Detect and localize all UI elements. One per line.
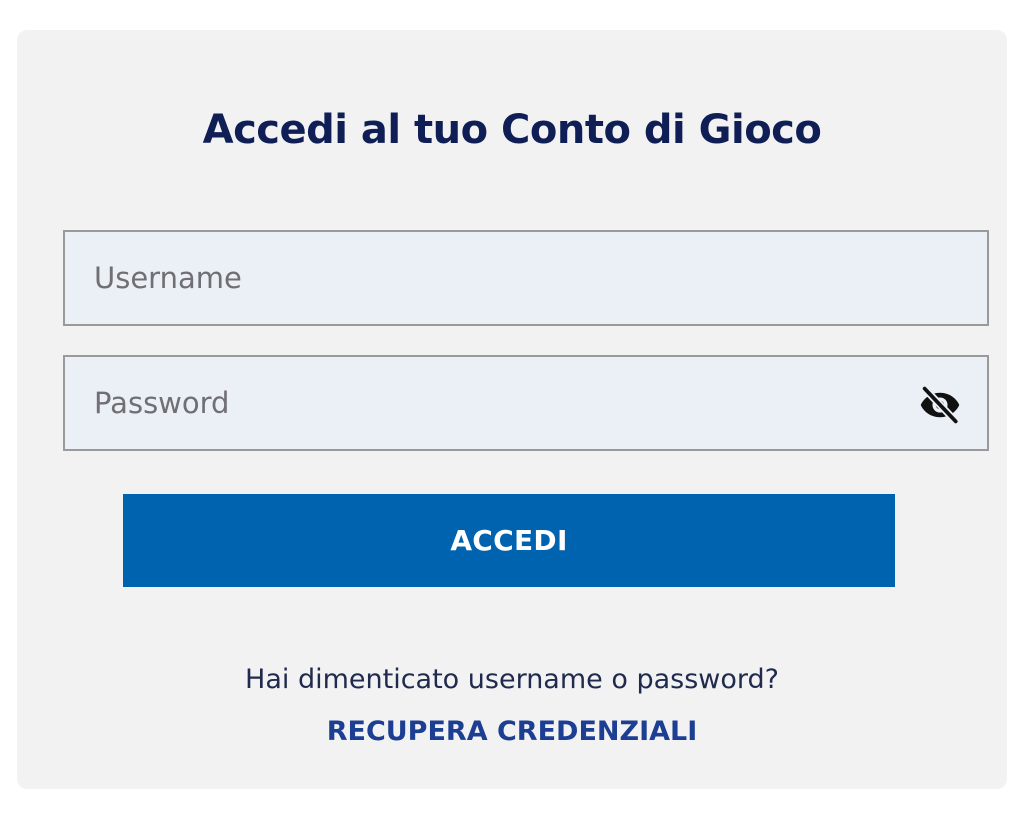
recover-credentials-link[interactable]: RECUPERA CREDENZIALI — [327, 716, 698, 747]
username-field-container — [63, 230, 989, 326]
password-field-container — [63, 355, 989, 451]
password-input[interactable] — [65, 357, 987, 449]
username-input[interactable] — [65, 232, 987, 324]
login-title: Accedi al tuo Conto di Gioco — [202, 107, 822, 153]
eye-off-icon[interactable] — [919, 384, 961, 426]
login-submit-button[interactable]: ACCEDI — [123, 494, 895, 587]
recover-credentials-container: RECUPERA CREDENZIALI — [0, 716, 1024, 747]
forgot-credentials-text: Hai dimenticato username o password? — [245, 664, 779, 695]
